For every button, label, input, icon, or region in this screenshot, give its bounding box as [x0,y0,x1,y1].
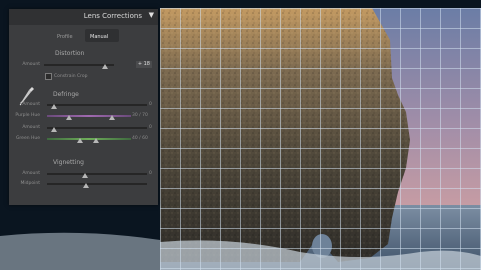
green-amount-handle[interactable] [51,127,57,132]
green-amount-label: Amount [22,125,40,130]
constrain-crop-label: Constrain Crop [54,74,88,79]
distortion-heading: Distortion [55,50,85,57]
purple-amount-handle[interactable] [51,104,57,109]
vignetting-amount-value: 0 [149,171,152,176]
distortion-amount-value[interactable]: + 18 [136,61,152,68]
purple-hue-label: Purple Hue [15,113,40,118]
purple-amount-label: Amount [22,102,40,107]
purple-hue-value: 30 / 70 [132,113,148,118]
triangle-down-icon[interactable]: ▼ [149,11,154,19]
panel-title: Lens Corrections [83,12,142,20]
purple-amount-slider[interactable] [47,104,147,106]
green-hue-slider[interactable] [47,138,131,140]
purple-hue-slider[interactable] [47,115,131,117]
green-amount-value: 0 [149,125,152,130]
purple-amount-value: 0 [149,102,152,107]
green-amount-slider[interactable] [47,127,147,129]
green-hue-handle-left[interactable] [77,138,83,143]
constrain-crop-checkbox[interactable] [45,73,52,80]
distortion-amount-handle[interactable] [102,64,108,69]
purple-hue-handle-right[interactable] [109,115,115,120]
vignetting-midpoint-handle[interactable] [83,183,89,188]
lens-corrections-panel: Lens Corrections ▼ Profile Manual Distor… [9,9,158,205]
green-hue-label: Green Hue [15,136,40,141]
vignetting-amount-slider[interactable] [47,173,147,175]
distortion-amount-label: Amount [22,62,40,67]
panel-header[interactable]: Lens Corrections ▼ [9,9,158,25]
green-hue-handle-right[interactable] [93,138,99,143]
defringe-heading: Defringe [53,91,79,98]
vignetting-heading: Vignetting [53,159,84,166]
tab-profile[interactable]: Profile [57,34,73,40]
vignetting-amount-handle[interactable] [82,173,88,178]
photo-editor: Lens Corrections ▼ Profile Manual Distor… [0,0,481,270]
vignetting-midpoint-slider[interactable] [47,183,147,185]
green-hue-value: 40 / 60 [132,136,148,141]
tab-manual[interactable]: Manual [90,34,108,40]
vignetting-amount-label: Amount [22,171,40,176]
purple-hue-handle-left[interactable] [66,115,72,120]
vignetting-midpoint-label: Midpoint [20,181,40,186]
